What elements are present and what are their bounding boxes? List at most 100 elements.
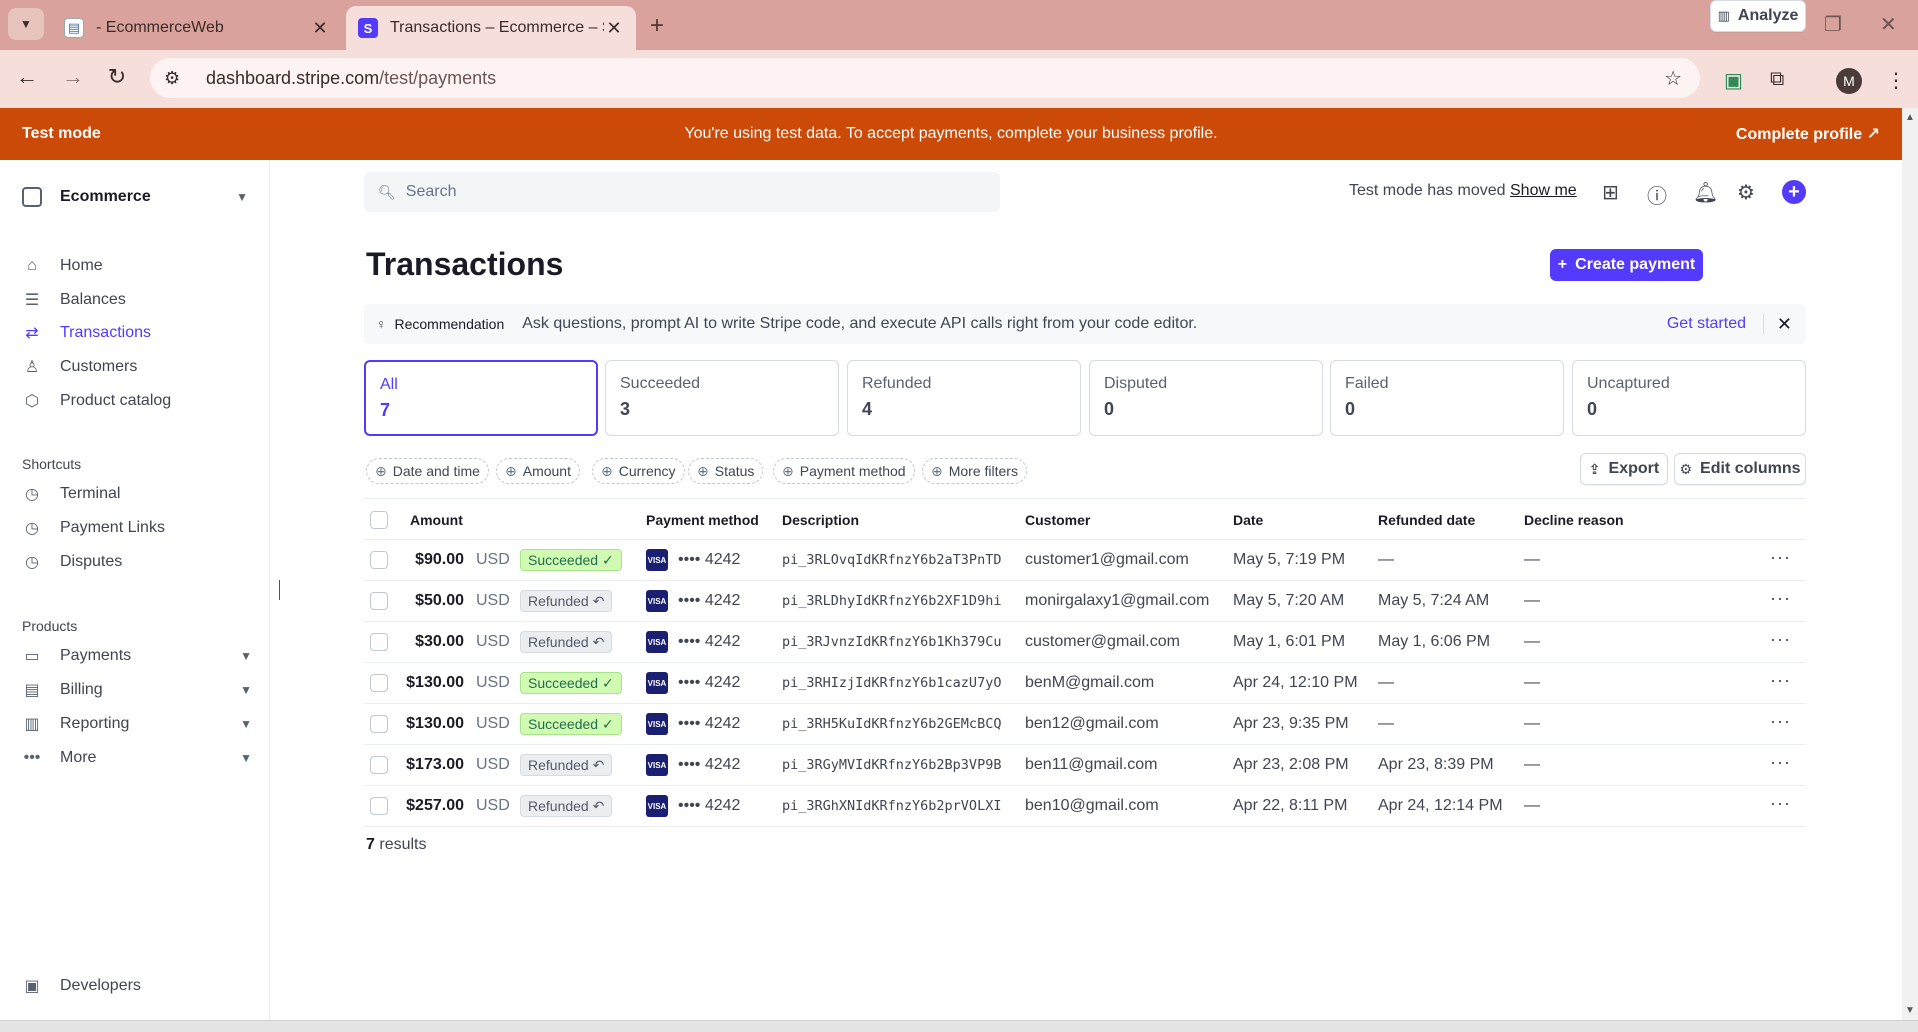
row-actions-icon[interactable]: ···	[1770, 670, 1791, 691]
close-icon[interactable]: ✕	[604, 18, 624, 39]
scroll-down-icon[interactable]: ▼	[1905, 1005, 1915, 1016]
table-row[interactable]: $173.00 USD Refunded ↶ VISA •••• 4242 pi_3RGy…	[364, 745, 1806, 786]
profile-avatar[interactable]: M	[1836, 68, 1862, 94]
status-badge: Succeeded ✓	[520, 549, 622, 571]
extension-icon[interactable]: ▣	[1724, 68, 1743, 93]
close-icon[interactable]: ✕	[310, 18, 330, 39]
account-switcher[interactable]: Ecommerce ▼	[22, 182, 248, 212]
test-mode-note-text: Test mode has moved	[1349, 182, 1506, 199]
filter-chip-date-and-time[interactable]: ⊕ Date and time	[366, 458, 489, 484]
column-header-refunded-date[interactable]: Refunded date	[1378, 512, 1475, 528]
row-actions-icon[interactable]: ···	[1770, 588, 1791, 609]
sidebar-item-payment-links[interactable]: ◷ Payment Links	[22, 514, 252, 542]
chevron-down-icon: ▼	[240, 649, 252, 663]
filter-chip-status[interactable]: ⊕ Status	[688, 458, 764, 484]
export-label: Export	[1608, 460, 1660, 477]
sidebar-item-label: Disputes	[60, 553, 123, 570]
sidebar-item-billing[interactable]: ▤ Billing ▼	[22, 676, 252, 704]
scroll-up-icon[interactable]: ▲	[1905, 112, 1915, 123]
new-tab-button[interactable]: +	[650, 12, 664, 40]
sidebar-item-reporting[interactable]: ▥ Reporting ▼	[22, 710, 252, 738]
table-row[interactable]: $130.00 USD Succeeded ✓ VISA •••• 4242 pi_3RH…	[364, 663, 1806, 704]
browser-tab-transactions[interactable]: S Transactions – Ecommerce – Stripe ✕	[346, 6, 636, 50]
table-row[interactable]: $50.00 USD Refunded ↶ VISA •••• 4242 pi_3RLDh…	[364, 581, 1806, 622]
payment-date: May 5, 7:20 AM	[1233, 592, 1345, 609]
browser-menu-icon[interactable]: ⋮	[1886, 68, 1906, 93]
payment-id: pi_3RJvnzIdKRfnzY6b1Kh379Cu	[782, 634, 1002, 650]
sidebar-item-balances[interactable]: ☰ Balances	[22, 286, 252, 314]
site-info-icon[interactable]: ⚙	[164, 68, 188, 89]
restore-icon[interactable]: ❐	[1824, 12, 1842, 37]
table-row[interactable]: $130.00 USD Succeeded ✓ VISA •••• 4242 pi_3RH…	[364, 704, 1806, 745]
address-bar[interactable]: ⚙ dashboard.stripe.com/test/payments ☆	[150, 58, 1700, 98]
column-header-date[interactable]: Date	[1233, 512, 1263, 528]
analyze-button[interactable]: ▥ Analyze	[1710, 0, 1806, 32]
gear-icon[interactable]: ⚙	[1737, 180, 1755, 205]
sidebar-item-label: Reporting	[60, 715, 130, 732]
filter-chip-more-filters[interactable]: ⊕ More filters	[922, 458, 1027, 484]
sidebar-item-customers[interactable]: ♙ Customers	[22, 353, 252, 381]
row-actions-icon[interactable]: ···	[1770, 629, 1791, 650]
filter-chip-payment-method[interactable]: ⊕ Payment method	[773, 458, 915, 484]
reload-icon[interactable]: ↻	[102, 64, 132, 90]
card-last4: •••• 4242	[678, 551, 741, 568]
column-header-amount[interactable]: Amount	[410, 512, 463, 528]
back-icon[interactable]: ←	[12, 64, 42, 90]
search-input[interactable]: 🔍︎ Search	[364, 172, 1000, 212]
row-actions-icon[interactable]: ···	[1770, 793, 1791, 814]
column-header-payment-method[interactable]: Payment method	[646, 512, 759, 528]
tab-search-button[interactable]: ▼	[8, 8, 44, 40]
stripe-icon: S	[358, 18, 378, 38]
filter-card-all[interactable]: All 7	[364, 360, 598, 436]
browser-tab-ecommerceweb[interactable]: ▤ - EcommerceWeb ✕	[52, 6, 342, 50]
sidebar-item-transactions[interactable]: ⇄ Transactions	[22, 319, 252, 347]
decline-reason: —	[1524, 551, 1540, 568]
export-button[interactable]: ⇪ Export	[1580, 453, 1668, 485]
sidebar-item-disputes[interactable]: ◷ Disputes	[22, 548, 252, 576]
column-header-decline-reason[interactable]: Decline reason	[1524, 512, 1624, 528]
forward-icon[interactable]: →	[58, 64, 88, 90]
filter-card-disputed[interactable]: Disputed 0	[1089, 360, 1323, 436]
column-header-customer[interactable]: Customer	[1025, 512, 1090, 528]
sidebar-item-more[interactable]: ••• More ▼	[22, 744, 252, 772]
close-icon[interactable]: ✕	[1777, 314, 1792, 335]
url-text: dashboard.stripe.com/test/payments	[206, 68, 496, 89]
edit-columns-button[interactable]: ⚙ Edit columns	[1674, 453, 1806, 485]
column-header-description[interactable]: Description	[782, 512, 859, 528]
table-row[interactable]: $90.00 USD Succeeded ✓ VISA •••• 4242 pi_3RLO…	[364, 540, 1806, 581]
create-payment-label: Create payment	[1575, 256, 1696, 273]
row-actions-icon[interactable]: ···	[1770, 711, 1791, 732]
apps-icon[interactable]: ⊞	[1602, 180, 1619, 205]
filter-card-failed[interactable]: Failed 0	[1330, 360, 1564, 436]
sidebar-item-home[interactable]: ⌂ Home	[22, 252, 252, 280]
filter-chip-currency[interactable]: ⊕ Currency	[592, 458, 685, 484]
table-row[interactable]: $30.00 USD Refunded ↶ VISA •••• 4242 pi_3RJvn…	[364, 622, 1806, 663]
sidebar-item-terminal[interactable]: ◷ Terminal	[22, 480, 252, 508]
filter-card-refunded[interactable]: Refunded 4	[847, 360, 1081, 436]
decline-reason: —	[1524, 756, 1540, 773]
payment-id: pi_3RGyMVIdKRfnzY6b2Bp3VP9B	[782, 757, 1002, 773]
sidebar-item-product-catalog[interactable]: ⬡ Product catalog	[22, 387, 252, 415]
bookmark-star-icon[interactable]: ☆	[1664, 66, 1682, 91]
extensions-puzzle-icon[interactable]: ⧉	[1770, 68, 1784, 91]
page-scrollbar[interactable]: ▲ ▼	[1902, 108, 1918, 1020]
show-me-link[interactable]: Show me	[1510, 182, 1577, 200]
help-icon[interactable]: ⓘ	[1647, 180, 1667, 209]
bell-icon[interactable]: 🔔︎	[1693, 180, 1718, 205]
filter-card-uncaptured[interactable]: Uncaptured 0	[1572, 360, 1806, 436]
row-actions-icon[interactable]: ···	[1770, 547, 1791, 568]
create-plus-icon[interactable]: +	[1782, 180, 1806, 204]
sidebar-item-developers[interactable]: ▣ Developers	[22, 972, 252, 1000]
filter-card-succeeded[interactable]: Succeeded 3	[605, 360, 839, 436]
visa-card-icon: VISA	[646, 672, 668, 694]
table-row[interactable]: $257.00 USD Refunded ↶ VISA •••• 4242 pi_3RGh…	[364, 786, 1806, 827]
row-actions-icon[interactable]: ···	[1770, 752, 1791, 773]
customer-email: ben11@gmail.com	[1025, 756, 1158, 773]
filter-chip-amount[interactable]: ⊕ Amount	[496, 458, 580, 484]
select-all-checkbox[interactable]	[370, 511, 388, 529]
sidebar-item-payments[interactable]: ▭ Payments ▼	[22, 642, 252, 670]
window-close-icon[interactable]: ✕	[1880, 12, 1897, 37]
get-started-link[interactable]: Get started	[1667, 315, 1746, 333]
create-payment-button[interactable]: + Create payment	[1550, 249, 1703, 281]
complete-profile-link[interactable]: Complete profile ↗	[1736, 124, 1880, 144]
